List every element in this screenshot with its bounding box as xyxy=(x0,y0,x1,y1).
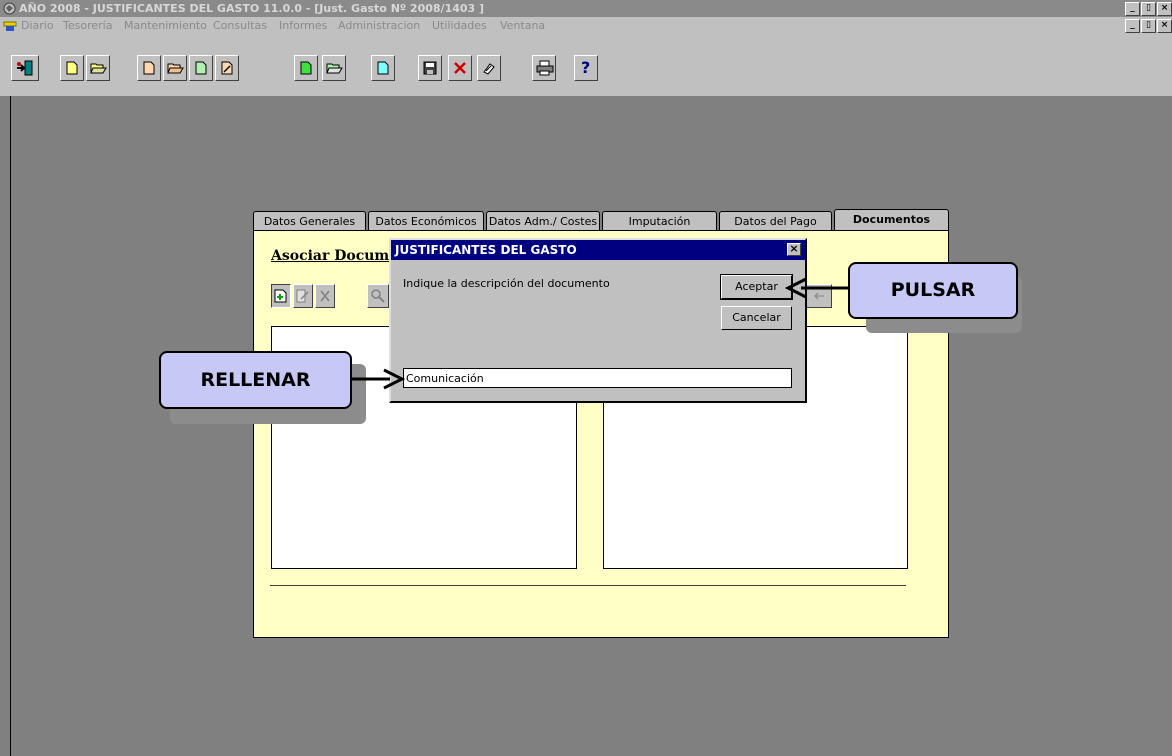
divider xyxy=(270,585,906,586)
fill-arrow-icon xyxy=(352,368,406,390)
close-button[interactable]: × xyxy=(1157,2,1172,16)
child-close-button[interactable]: × xyxy=(1157,19,1172,33)
menu-utilidades[interactable]: Utilidades xyxy=(432,19,487,32)
help-button[interactable]: ? xyxy=(574,55,598,81)
edit-document-button[interactable] xyxy=(215,55,239,81)
new-button[interactable] xyxy=(60,55,84,81)
menu-consultas[interactable]: Consultas xyxy=(213,19,267,32)
fill-callout: RELLENAR xyxy=(159,351,352,409)
menu-ventana[interactable]: Ventana xyxy=(500,19,545,32)
app-icon xyxy=(3,2,16,15)
dialog-prompt: Indique la descripción del documento xyxy=(403,277,610,290)
new-doc-icon xyxy=(143,61,155,75)
tab-label: Documentos xyxy=(852,213,931,226)
edit-document-button[interactable] xyxy=(293,284,313,308)
menu-tesoreria[interactable]: Tesorería xyxy=(63,19,112,32)
window-title: AÑO 2008 - JUSTIFICANTES DEL GASTO 11.0.… xyxy=(19,2,485,15)
search-icon xyxy=(483,63,495,75)
open-folder-icon xyxy=(90,63,107,74)
document-menu-icon[interactable] xyxy=(3,19,17,32)
scissors-icon xyxy=(320,290,330,302)
panel-heading: Asociar Docum xyxy=(271,248,390,264)
tab-label: Datos Generales xyxy=(263,215,356,228)
open-record-button[interactable] xyxy=(163,55,187,81)
new-record-button[interactable] xyxy=(137,55,161,81)
dialog-close-button[interactable]: × xyxy=(787,243,801,256)
save-button[interactable] xyxy=(418,55,442,81)
open-green-button[interactable] xyxy=(322,55,346,81)
child-window-controls: _ ▯ × xyxy=(1125,19,1172,33)
description-dialog: JUSTIFICANTES DEL GASTO × Indique la des… xyxy=(389,238,807,403)
delete-document-button[interactable] xyxy=(315,284,335,308)
new-green-button[interactable] xyxy=(294,55,318,81)
accept-button[interactable]: Aceptar xyxy=(720,274,793,300)
window-title-bar: AÑO 2008 - JUSTIFICANTES DEL GASTO 11.0.… xyxy=(0,0,1172,17)
print-button[interactable] xyxy=(532,55,556,81)
add-document-icon xyxy=(274,289,287,303)
press-callout: PULSAR xyxy=(848,262,1018,319)
edit-doc-icon xyxy=(221,61,233,75)
doc-icon xyxy=(195,61,207,75)
cancel-button[interactable]: Cancelar xyxy=(721,306,792,330)
tab-datos-adm-costes[interactable]: Datos Adm./ Costes xyxy=(486,211,600,231)
tab-label: Imputación xyxy=(628,215,691,228)
description-input[interactable] xyxy=(403,368,792,388)
tab-imputacion[interactable]: Imputación xyxy=(602,211,717,231)
open-button[interactable] xyxy=(86,55,110,81)
menu-diario[interactable]: Diario xyxy=(21,19,54,32)
search-button[interactable] xyxy=(477,55,501,81)
dialog-title: JUSTIFICANTES DEL GASTO xyxy=(395,243,577,257)
edit-icon xyxy=(296,289,309,303)
delete-button[interactable] xyxy=(448,55,472,81)
cyan-doc-icon xyxy=(377,61,389,75)
save-icon xyxy=(423,61,437,75)
delete-icon xyxy=(454,62,466,74)
add-document-button[interactable] xyxy=(271,284,291,308)
tab-documentos[interactable]: Documentos xyxy=(834,209,949,231)
tab-label: Datos Económicos xyxy=(375,215,477,228)
help-icon: ? xyxy=(581,58,591,77)
tab-label: Datos Adm./ Costes xyxy=(488,215,598,228)
document-button[interactable] xyxy=(189,55,213,81)
child-restore-button[interactable]: ▯ xyxy=(1141,19,1156,33)
close-icon: × xyxy=(789,242,799,255)
open-folder-icon xyxy=(326,63,343,74)
menu-administracion[interactable]: Administracion xyxy=(338,19,420,32)
menu-mantenimiento[interactable]: Mantenimiento xyxy=(124,19,207,32)
open-folder-icon xyxy=(167,63,184,74)
window-controls: _ ▯ × xyxy=(1125,2,1172,16)
dialog-title-bar[interactable]: JUSTIFICANTES DEL GASTO × xyxy=(391,240,805,260)
press-arrow-icon xyxy=(785,277,848,299)
tab-datos-del-pago[interactable]: Datos del Pago xyxy=(719,211,832,231)
tab-label: Datos del Pago xyxy=(734,215,817,228)
minimize-button[interactable]: _ xyxy=(1125,2,1140,16)
restore-button[interactable]: ▯ xyxy=(1141,2,1156,16)
print-icon xyxy=(536,60,554,76)
menu-bar: Diario Tesorería Mantenimiento Consultas… xyxy=(0,17,1172,34)
find-document-button[interactable] xyxy=(367,284,389,308)
new-doc-icon xyxy=(66,61,78,75)
exit-button[interactable] xyxy=(11,55,39,81)
tab-datos-economicos[interactable]: Datos Económicos xyxy=(368,211,484,231)
menu-informes[interactable]: Informes xyxy=(279,19,327,32)
child-minimize-button[interactable]: _ xyxy=(1125,19,1140,33)
new-green-doc-icon xyxy=(300,61,312,75)
exit-icon xyxy=(17,60,33,76)
magnifier-icon xyxy=(371,289,385,303)
tab-datos-generales[interactable]: Datos Generales xyxy=(253,211,366,231)
cyan-document-button[interactable] xyxy=(371,55,395,81)
